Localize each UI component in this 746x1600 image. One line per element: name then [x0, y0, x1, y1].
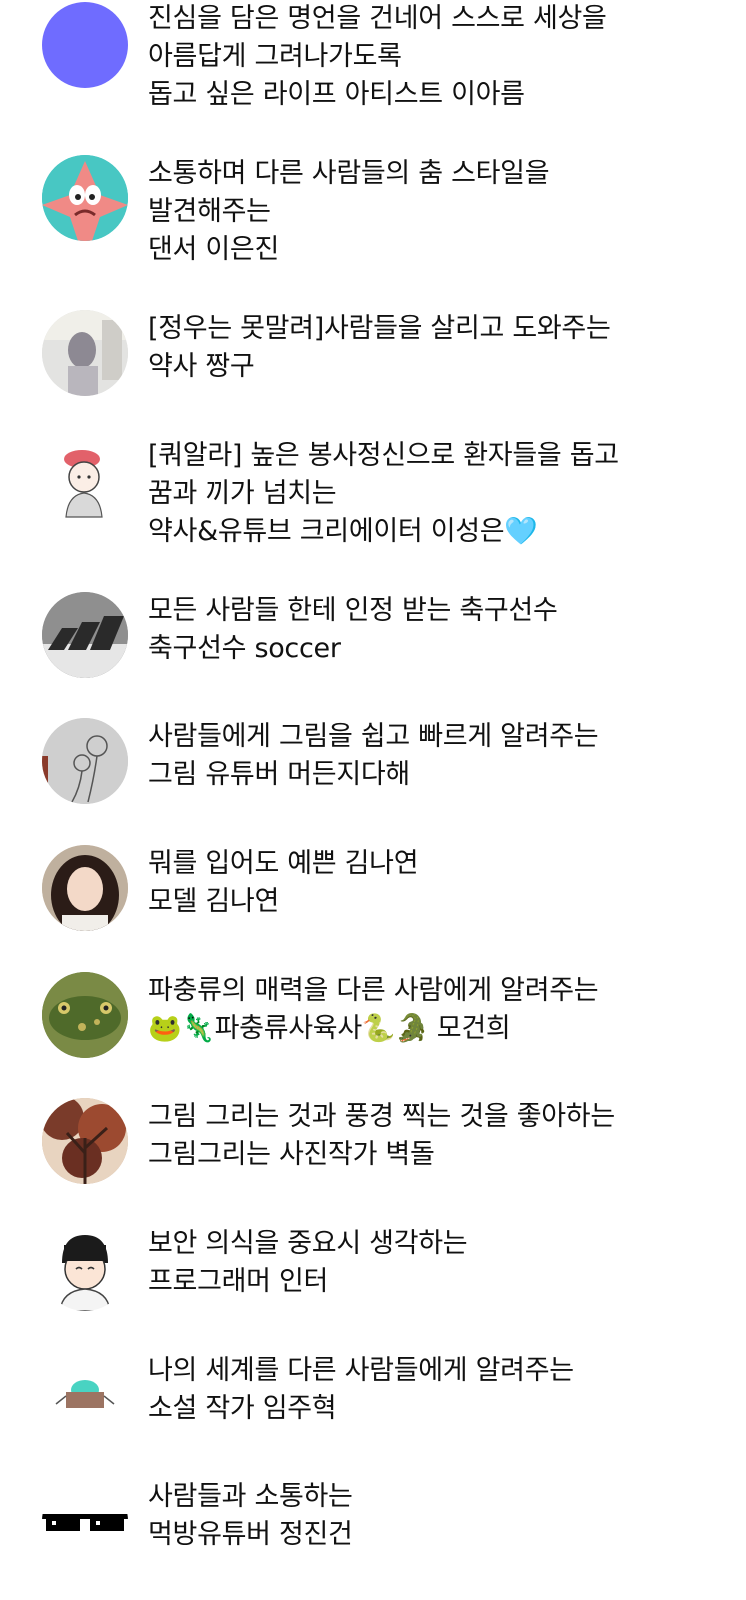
list-item[interactable]: 소통하며 다른 사람들의 춤 스타일을 발견해주는 댄서 이은진: [0, 155, 746, 275]
description-line: 약사&유튜브 크리에이터 이성은🩵: [148, 516, 538, 547]
profile-description: 보안 의식을 중요시 생각하는 프로그래머 인터: [148, 1225, 726, 1301]
list-item[interactable]: [쿼알라] 높은 봉사정신으로 환자들을 돕고 꿈과 끼가 넘치는 약사&유튜브…: [0, 437, 746, 557]
description-line: 파충류의 매력을 다른 사람에게 알려주는: [148, 975, 599, 1006]
avatar[interactable]: [42, 2, 128, 88]
description-line: 댄서 이은진: [148, 234, 279, 265]
profile-description: 모든 사람들 한테 인정 받는 축구선수 축구선수 soccer: [148, 592, 726, 668]
profile-description: 파충류의 매력을 다른 사람에게 알려주는 🐸🦎파충류사육사🐍🐊 모건희: [148, 972, 726, 1048]
description-line: 뭐를 입어도 예쁜 김나연: [148, 848, 419, 879]
description-line: 그림그리는 사진작가 벽돌: [148, 1139, 435, 1170]
flower-sketch-icon: [42, 718, 128, 804]
profile-description: 진심을 담은 명언을 건네어 스스로 세상을 아름답게 그려나가도록 돕고 싶은…: [148, 0, 726, 114]
profile-description: 뭐를 입어도 예쁜 김나연 모델 김나연: [148, 845, 726, 921]
profile-description: 나의 세계를 다른 사람들에게 알려주는 소설 작가 임주혁: [148, 1352, 726, 1428]
list-item[interactable]: 나의 세계를 다른 사람들에게 알려주는 소설 작가 임주혁: [0, 1352, 746, 1472]
description-line: 모든 사람들 한테 인정 받는 축구선수: [148, 595, 558, 626]
description-line: [정우는 못말려]사람들을 살리고 도와주는: [148, 313, 611, 344]
description-line: 돕고 싶은 라이프 아티스트 이아름: [148, 79, 525, 110]
description-line: 발견해주는: [148, 196, 271, 227]
box-robot-icon: [42, 1352, 128, 1438]
description-line: 프로그래머 인터: [148, 1266, 329, 1297]
description-line: 축구선수 soccer: [148, 633, 341, 664]
list-item[interactable]: [정우는 못말려]사람들을 살리고 도와주는 약사 짱구: [0, 310, 746, 430]
avatar[interactable]: [42, 972, 128, 1058]
avatar[interactable]: [42, 1098, 128, 1184]
list-item[interactable]: 모든 사람들 한테 인정 받는 축구선수 축구선수 soccer: [0, 592, 746, 712]
description-line: 사람들에게 그림을 쉽고 빠르게 알려주는: [148, 721, 599, 752]
profile-description: [쿼알라] 높은 봉사정신으로 환자들을 돕고 꿈과 끼가 넘치는 약사&유튜브…: [148, 437, 726, 551]
description-line: [쿼알라] 높은 봉사정신으로 환자들을 돕고: [148, 440, 619, 471]
description-line: 약사 짱구: [148, 351, 255, 382]
list-item[interactable]: 그림 그리는 것과 풍경 찍는 것을 좋아하는 그림그리는 사진작가 벽돌: [0, 1098, 746, 1218]
description-line: 소통하며 다른 사람들의 춤 스타일을: [148, 158, 550, 189]
profile-description: 그림 그리는 것과 풍경 찍는 것을 좋아하는 그림그리는 사진작가 벽돌: [148, 1098, 726, 1174]
list-item[interactable]: 뭐를 입어도 예쁜 김나연 모델 김나연: [0, 845, 746, 965]
description-line: 사람들과 소통하는: [148, 1481, 353, 1512]
list-item[interactable]: 진심을 담은 명언을 건네어 스스로 세상을 아름답게 그려나가도록 돕고 싶은…: [0, 0, 746, 120]
avatar[interactable]: [42, 592, 128, 678]
description-line: 보안 의식을 중요시 생각하는: [148, 1228, 468, 1259]
profile-description: [정우는 못말려]사람들을 살리고 도와주는 약사 짱구: [148, 310, 726, 386]
description-line: 꿈과 끼가 넘치는: [148, 478, 337, 509]
description-line: 🐸🦎파충류사육사🐍🐊 모건희: [148, 1013, 511, 1044]
avatar[interactable]: [42, 155, 128, 241]
autumn-tree-icon: [42, 1098, 128, 1184]
pixel-sunglasses-icon: [42, 1478, 128, 1564]
woman-portrait-icon: [42, 845, 128, 931]
frog-photo-icon: [42, 972, 128, 1058]
avatar[interactable]: [42, 310, 128, 396]
description-line: 그림 그리는 것과 풍경 찍는 것을 좋아하는: [148, 1101, 615, 1132]
description-line: 소설 작가 임주혁: [148, 1393, 337, 1424]
avatar[interactable]: [42, 718, 128, 804]
list-item[interactable]: 보안 의식을 중요시 생각하는 프로그래머 인터: [0, 1225, 746, 1345]
avatar[interactable]: [42, 1225, 128, 1311]
list-item[interactable]: 사람들과 소통하는 먹방유튜버 정진건: [0, 1478, 746, 1598]
boy-cartoon-icon: [42, 1225, 128, 1311]
avatar[interactable]: [42, 437, 128, 523]
profile-description: 소통하며 다른 사람들의 춤 스타일을 발견해주는 댄서 이은진: [148, 155, 726, 269]
description-line: 그림 유튜버 머든지다해: [148, 759, 410, 790]
mirror-selfie-icon: [42, 310, 128, 396]
list-item[interactable]: 파충류의 매력을 다른 사람에게 알려주는 🐸🦎파충류사육사🐍🐊 모건희: [0, 972, 746, 1092]
profile-description: 사람들에게 그림을 쉽고 빠르게 알려주는 그림 유튜버 머든지다해: [148, 718, 726, 794]
beret-character-icon: [42, 437, 128, 523]
avatar[interactable]: [42, 845, 128, 931]
list-item[interactable]: 사람들에게 그림을 쉽고 빠르게 알려주는 그림 유튜버 머든지다해: [0, 718, 746, 838]
profile-description: 사람들과 소통하는 먹방유튜버 정진건: [148, 1478, 726, 1554]
description-line: 모델 김나연: [148, 886, 279, 917]
avatar[interactable]: [42, 1478, 128, 1564]
description-line: 아름답게 그려나가도록: [148, 41, 402, 72]
avatar[interactable]: [42, 1352, 128, 1438]
description-line: 나의 세계를 다른 사람들에게 알려주는: [148, 1355, 574, 1386]
three-stripes-logo-icon: [42, 592, 128, 678]
description-line: 진심을 담은 명언을 건네어 스스로 세상을: [148, 3, 607, 34]
description-line: 먹방유튜버 정진건: [148, 1519, 353, 1550]
starfish-cartoon-icon: [42, 155, 128, 241]
